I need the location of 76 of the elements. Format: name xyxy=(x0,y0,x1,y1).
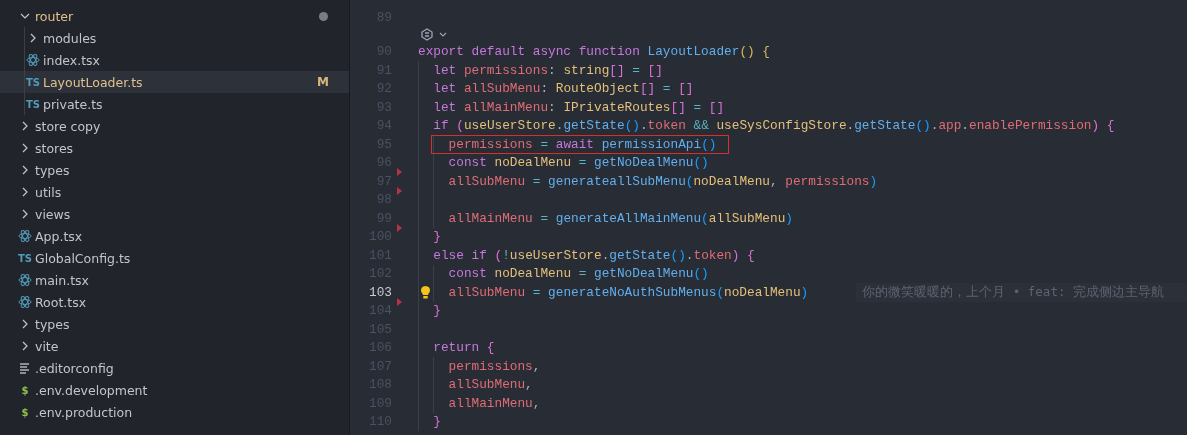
code-line: return { xyxy=(433,340,495,356)
code-line: } xyxy=(433,414,441,430)
file-item[interactable]: $ .env.development xyxy=(0,379,349,401)
deleted-lines-marker[interactable] xyxy=(397,168,402,176)
file-name: views xyxy=(35,206,72,222)
dollar-icon: $ xyxy=(18,406,32,418)
file-item[interactable]: App.tsx xyxy=(0,225,349,247)
deleted-lines-marker[interactable] xyxy=(397,223,402,232)
code-line: allSubMenu = generateallSubMenu(noDealMenu, permissions) xyxy=(448,173,878,189)
file-item[interactable]: $ .env.production xyxy=(0,401,349,423)
code-line: let allSubMenu: RouteObject[] = [] xyxy=(433,81,694,97)
highlighted-code: permissions = await permissionApi() xyxy=(430,134,730,154)
code-line: allMainMenu = generateAllMainMenu(allSubMenu) xyxy=(448,210,793,226)
folder-item[interactable]: vite xyxy=(0,335,349,357)
file-name: private.ts xyxy=(43,96,104,112)
file-name: vite xyxy=(35,338,60,354)
lightbulb-icon[interactable] xyxy=(420,285,431,300)
lines-icon xyxy=(18,361,32,375)
file-item[interactable]: .editorconfig xyxy=(0,357,349,379)
atom-icon xyxy=(18,295,32,309)
atom-icon xyxy=(18,273,32,287)
code-line: } xyxy=(433,303,441,319)
folder-item[interactable]: views xyxy=(0,203,349,225)
file-name: router xyxy=(35,8,75,24)
atom-icon xyxy=(26,53,40,67)
file-name: main.tsx xyxy=(35,272,91,288)
code-line: let allMainMenu: IPrivateRoutes[] = [] xyxy=(433,99,725,115)
folder-item[interactable]: stores xyxy=(0,137,349,159)
folder-item[interactable]: store copy xyxy=(0,115,349,137)
file-item[interactable]: index.tsx xyxy=(0,49,349,71)
dollar-icon: $ xyxy=(18,384,32,396)
file-item[interactable]: TS GlobalConfig.ts xyxy=(0,247,349,269)
deleted-lines-marker[interactable] xyxy=(397,297,402,306)
file-name: utils xyxy=(35,184,63,200)
modified-dot xyxy=(319,11,328,21)
file-item[interactable]: TS private.ts xyxy=(0,93,349,115)
code-line: let permissions: string[] = [] xyxy=(433,62,663,78)
file-item[interactable]: Root.tsx xyxy=(0,291,349,313)
file-name: App.tsx xyxy=(35,228,84,244)
file-item[interactable]: TS LayoutLoader.ts M xyxy=(0,71,349,93)
file-name: types xyxy=(35,316,71,332)
code-line: permissions, xyxy=(448,358,541,374)
code-line: allMainMenu, xyxy=(448,395,541,411)
folder-item[interactable]: modules xyxy=(0,27,349,49)
file-name: LayoutLoader.ts xyxy=(43,74,144,90)
file-name: stores xyxy=(35,140,75,156)
atom-icon xyxy=(18,229,32,243)
ts-icon: TS xyxy=(26,98,40,110)
code-line: export default async function LayoutLoader() { xyxy=(418,44,770,60)
ts-icon: TS xyxy=(26,76,40,88)
file-name: Root.tsx xyxy=(35,294,88,310)
code-line: allSubMenu, xyxy=(448,377,533,393)
git-status-label: M xyxy=(317,75,329,89)
line-number: 103 xyxy=(368,284,392,300)
code-line: else if (!useUserStore.getState().token) { xyxy=(433,247,755,263)
deleted-lines-marker[interactable] xyxy=(397,186,402,195)
file-name: .env.production xyxy=(35,404,134,420)
file-name: modules xyxy=(43,30,98,46)
code-line: if (useUserStore.getState().token && useSysConfigStore.getState().app.enablePermission) { xyxy=(433,118,1115,134)
file-name: .editorconfig xyxy=(35,360,115,376)
file-name: store copy xyxy=(35,118,102,134)
code-lens-icon[interactable] xyxy=(420,28,434,41)
file-name: GlobalConfig.ts xyxy=(35,250,132,266)
folder-item[interactable]: types xyxy=(0,159,349,181)
file-item[interactable]: main.tsx xyxy=(0,269,349,291)
code-line: allSubMenu = generateNoAuthSubMenus(noDealMenu) xyxy=(448,284,809,300)
file-name: .env.development xyxy=(35,382,149,398)
folder-item[interactable]: router xyxy=(0,5,349,27)
folder-item[interactable]: utils xyxy=(0,181,349,203)
ts-icon: TS xyxy=(18,252,32,264)
code-line: } xyxy=(433,229,441,245)
code-line: const noDealMenu = getNoDealMenu() xyxy=(448,155,709,171)
folder-item[interactable]: types xyxy=(0,313,349,335)
file-name: index.tsx xyxy=(43,52,101,68)
code-line: const noDealMenu = getNoDealMenu() xyxy=(448,266,709,282)
file-name: types xyxy=(35,162,71,178)
